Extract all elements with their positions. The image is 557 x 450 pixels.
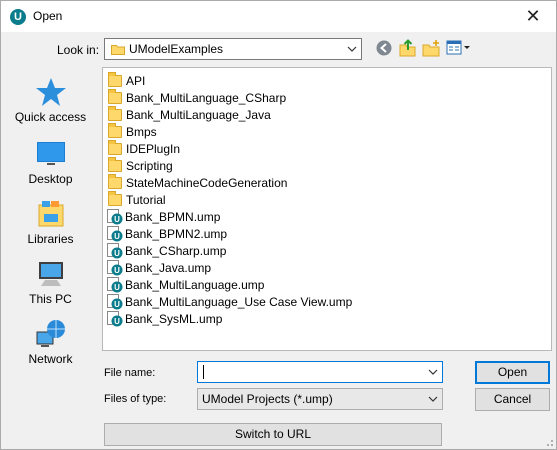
place-label: Network [28, 352, 73, 366]
desktop-icon [36, 142, 65, 165]
place-label: Quick access [14, 110, 87, 124]
list-item-file[interactable]: U Bank_MultiLanguage.ump [107, 277, 264, 294]
ump-file-icon: U [107, 311, 123, 327]
folder-icon [108, 89, 122, 104]
ump-file-icon: U [107, 226, 123, 242]
list-item-folder[interactable]: IDEPlugIn [107, 140, 180, 158]
lookin-label: Look in: [57, 43, 100, 57]
ump-file-icon: U [107, 209, 123, 225]
chevron-down-icon[interactable] [424, 389, 442, 409]
list-item-folder[interactable]: Bmps [107, 123, 157, 141]
computer-icon [38, 262, 63, 286]
svg-text:U: U [114, 249, 120, 258]
close-button[interactable]: ✕ [510, 1, 556, 32]
list-item-file[interactable]: U Bank_Java.ump [107, 260, 211, 277]
network-icon [36, 320, 65, 347]
filetype-dropdown[interactable]: UModel Projects (*.ump) [197, 388, 443, 410]
list-item-folder[interactable]: API [107, 72, 145, 90]
umodel-app-icon: U [10, 9, 26, 25]
lookin-dropdown[interactable]: UModelExamples [104, 38, 362, 60]
list-item-file[interactable]: U Bank_BPMN.ump [107, 209, 220, 226]
folder-icon [108, 106, 122, 121]
view-menu-button[interactable] [446, 39, 472, 59]
list-item-folder[interactable]: Tutorial [107, 191, 166, 209]
chevron-down-icon[interactable] [424, 362, 442, 382]
star-icon [35, 78, 66, 106]
up-folder-icon [399, 39, 416, 57]
list-item-file[interactable]: U Bank_MultiLanguage_Use Case View.ump [107, 294, 352, 311]
view-menu-icon [446, 40, 470, 55]
list-item-folder[interactable]: StateMachineCodeGeneration [107, 174, 287, 192]
place-network[interactable]: Network [5, 318, 96, 366]
list-item-file[interactable]: U Bank_BPMN2.ump [107, 226, 227, 243]
svg-text:U: U [114, 317, 120, 326]
filename-input[interactable] [197, 361, 443, 383]
list-item-folder[interactable]: Bank_MultiLanguage_Java [107, 106, 271, 124]
ump-file-icon: U [107, 260, 123, 276]
switch-to-url-button[interactable]: Switch to URL [104, 423, 442, 446]
place-quick-access[interactable]: Quick access [5, 76, 96, 124]
filetype-value: UModel Projects (*.ump) [202, 392, 333, 406]
resize-grip-icon[interactable] [542, 435, 554, 447]
filetype-label: Files of type: [104, 393, 167, 405]
lookin-value: UModelExamples [129, 42, 224, 56]
chevron-down-icon[interactable] [343, 39, 361, 59]
places-bar: Quick access Desktop Libraries This PC N… [5, 68, 96, 378]
libraries-icon [38, 201, 63, 227]
list-item-folder[interactable]: Scripting [107, 157, 173, 175]
folder-icon [108, 174, 122, 189]
folder-icon [108, 140, 122, 155]
file-list[interactable]: API Bank_MultiLanguage_CSharp Bank_Multi… [102, 67, 552, 351]
folder-icon [108, 72, 122, 87]
new-folder-icon [422, 40, 440, 57]
svg-text:U: U [114, 283, 120, 292]
filename-label: File name: [104, 367, 156, 379]
ump-file-icon: U [107, 277, 123, 293]
new-folder-button[interactable] [422, 39, 442, 59]
place-libraries[interactable]: Libraries [5, 198, 96, 246]
list-item-file[interactable]: U Bank_CSharp.ump [107, 243, 226, 260]
svg-text:U: U [114, 232, 120, 241]
place-label: Libraries [27, 232, 74, 246]
place-this-pc[interactable]: This PC [5, 258, 96, 306]
svg-text:U: U [114, 266, 120, 275]
open-dialog: U Open ✕ Look in: UModelExamples Quick a… [0, 0, 557, 450]
place-label: This PC [29, 292, 72, 306]
window-title: Open [33, 9, 63, 23]
folder-icon [108, 157, 122, 172]
list-item-folder[interactable]: Bank_MultiLanguage_CSharp [107, 89, 286, 107]
ump-file-icon: U [107, 243, 123, 259]
ump-file-icon: U [107, 294, 123, 310]
place-label: Desktop [28, 172, 73, 186]
folder-icon [108, 123, 122, 138]
back-button[interactable] [375, 39, 395, 59]
place-desktop[interactable]: Desktop [5, 138, 96, 186]
back-arrow-icon [376, 40, 392, 56]
cancel-button[interactable]: Cancel [475, 388, 550, 411]
up-folder-button[interactable] [399, 39, 419, 59]
list-item-file[interactable]: U Bank_SysML.ump [107, 311, 222, 328]
folder-icon [108, 191, 122, 206]
text-caret [203, 365, 204, 379]
svg-text:U: U [114, 300, 120, 309]
folder-icon [111, 43, 125, 58]
svg-text:U: U [114, 215, 120, 224]
title-bar: U Open ✕ [1, 1, 556, 32]
open-button[interactable]: Open [475, 361, 550, 384]
